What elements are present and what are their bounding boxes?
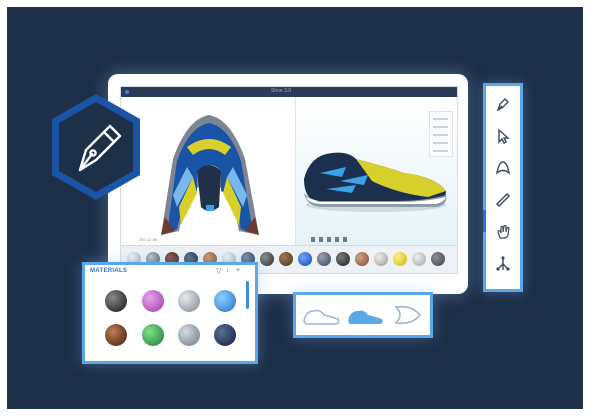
material-swatch-brown-leather[interactable] xyxy=(105,324,127,346)
side-view-shoe-icon xyxy=(303,309,340,325)
view-control-icon[interactable] xyxy=(311,237,315,242)
material-swatch-green[interactable] xyxy=(142,324,164,346)
pen-tool-badge xyxy=(52,94,140,200)
view-controls xyxy=(311,237,371,243)
material-swatch-leather-black[interactable] xyxy=(105,290,127,312)
material-swatch[interactable] xyxy=(393,252,407,266)
active-tool-indicator xyxy=(483,210,486,232)
shape-icon[interactable] xyxy=(493,158,513,178)
material-swatch-sky-blue[interactable] xyxy=(214,290,236,312)
material-swatch[interactable] xyxy=(412,252,426,266)
window-title: Shoe 3.0 xyxy=(271,88,292,94)
properties-panel[interactable] xyxy=(429,111,453,157)
coords-readout: 267 12 36 xyxy=(139,237,157,242)
material-swatch[interactable] xyxy=(260,252,274,266)
view-control-icon[interactable] xyxy=(343,237,347,242)
materials-header: MATERIALS xyxy=(90,268,128,274)
property-row[interactable] xyxy=(433,118,448,120)
select-arrow-icon[interactable] xyxy=(493,126,513,146)
add-icon[interactable]: + xyxy=(236,267,240,274)
download-icon[interactable]: ↓ xyxy=(226,267,230,274)
monitor: Shoe 3.0 267 12 36 xyxy=(108,74,468,294)
pen-tool-icon[interactable] xyxy=(493,94,513,114)
materials-scrollbar[interactable] xyxy=(246,281,249,309)
material-swatch[interactable] xyxy=(431,252,445,266)
3d-preview-pane[interactable] xyxy=(296,97,457,245)
shoe-upper-pattern[interactable] xyxy=(121,97,295,245)
view-control-icon[interactable] xyxy=(335,237,339,242)
material-swatch[interactable] xyxy=(374,252,388,266)
pattern-pane[interactable] xyxy=(121,97,296,245)
top-view-shoe-icon xyxy=(394,305,422,325)
view-control-icon[interactable] xyxy=(319,237,323,242)
material-swatch[interactable] xyxy=(336,252,350,266)
material-swatch[interactable] xyxy=(298,252,312,266)
property-row[interactable] xyxy=(433,142,448,144)
view-control-icon[interactable] xyxy=(327,237,331,242)
materials-panel: MATERIALS ▽ ↓ + xyxy=(82,262,258,364)
hand-pan-icon[interactable] xyxy=(493,222,513,242)
ruler-icon[interactable] xyxy=(493,190,513,210)
shoe-views-panel xyxy=(293,292,433,338)
material-swatch[interactable] xyxy=(355,252,369,266)
node-tree-icon[interactable] xyxy=(493,254,513,274)
material-swatch[interactable] xyxy=(279,252,293,266)
window-titlebar: Shoe 3.0 xyxy=(121,87,457,97)
material-swatch-navy[interactable] xyxy=(214,324,236,346)
views-strip xyxy=(303,305,422,325)
editor-screen: Shoe 3.0 267 12 36 xyxy=(120,86,458,274)
material-swatch-grey-fabric[interactable] xyxy=(178,324,200,346)
property-row[interactable] xyxy=(433,150,448,152)
property-row[interactable] xyxy=(433,134,448,136)
tool-palette xyxy=(483,83,523,292)
material-swatch[interactable] xyxy=(317,252,331,266)
property-row[interactable] xyxy=(433,126,448,128)
material-swatch-pink[interactable] xyxy=(142,290,164,312)
profile-view-shoe-icon xyxy=(348,310,383,324)
material-swatch-silver[interactable] xyxy=(178,290,200,312)
filter-icon[interactable]: ▽ xyxy=(216,267,221,275)
